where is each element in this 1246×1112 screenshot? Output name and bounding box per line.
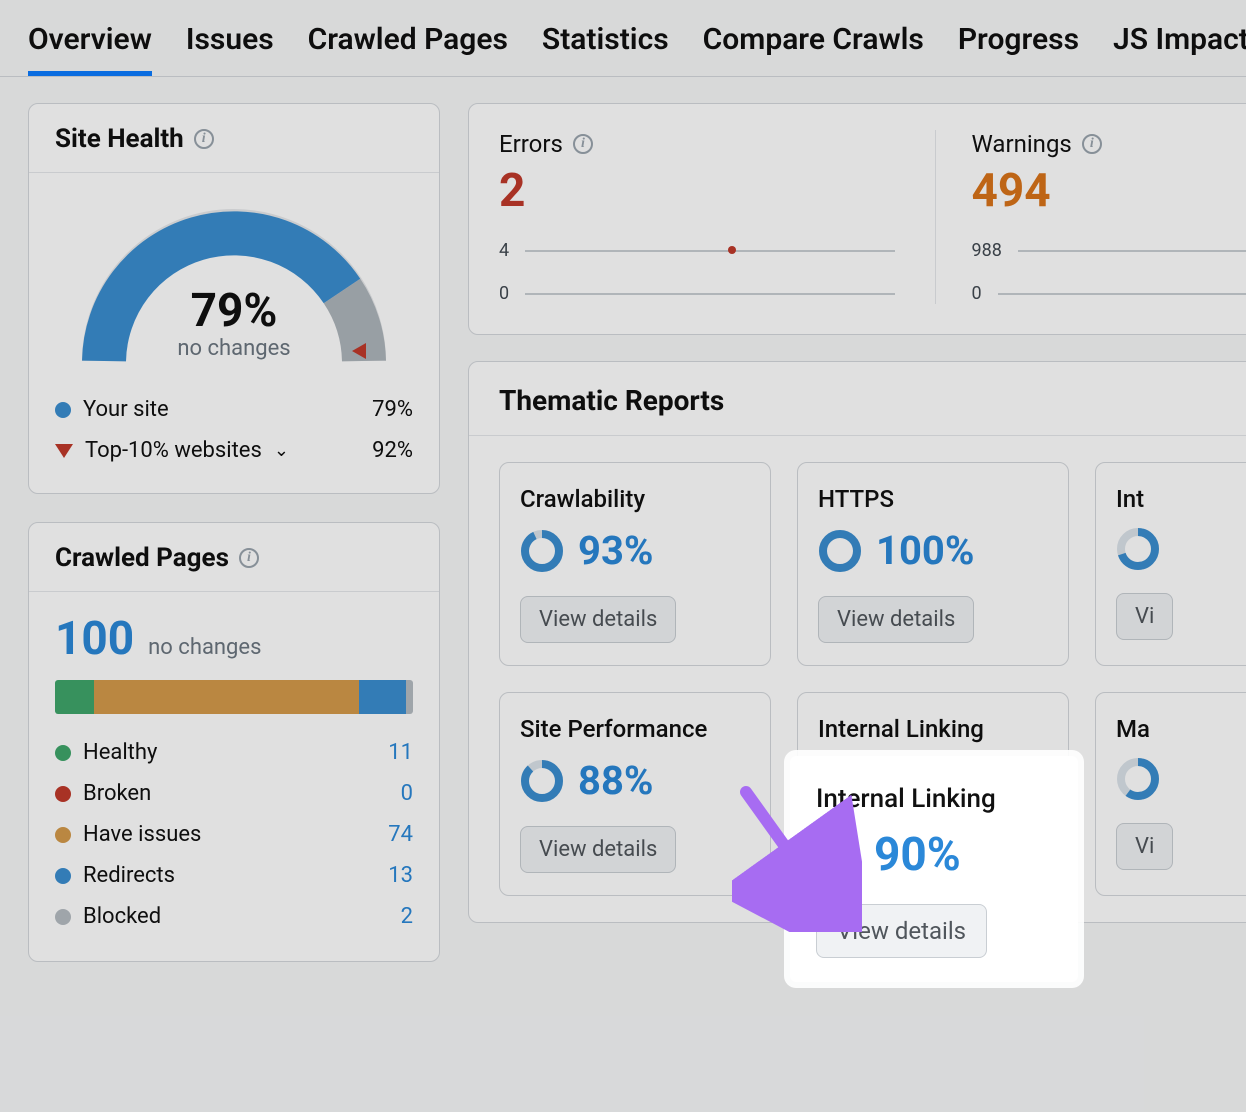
view-details-button[interactable]: View details [520,826,676,873]
crawled-legend-value: 13 [369,863,413,888]
crawled-stacked-bar [55,680,413,714]
progress-ring-icon [520,759,564,803]
warnings-axis-bottom: 0 [972,283,982,304]
progress-ring-icon [1116,757,1160,801]
tab-bar: Overview Issues Crawled Pages Statistics… [0,0,1246,77]
thematic-card-markup: Ma Vi [1095,692,1246,896]
internal-linking-title: Internal Linking [816,784,1052,814]
errors-stat: Errors i 2 4 0 [499,130,895,304]
crawled-pages-title: Crawled Pages [55,543,229,573]
top-stats-card: Errors i 2 4 0 Warnings i 494 [468,103,1246,335]
thematic-card-title: HTTPS [818,485,1048,513]
site-health-gauge: 79% no changes [74,191,394,371]
progress-ring-icon [818,529,862,573]
legend-top10-value: 92% [372,438,413,463]
crawled-legend-row[interactable]: Have issues 74 [55,814,413,855]
view-details-button[interactable]: View details [520,596,676,643]
errors-value: 2 [499,164,895,218]
errors-sparkline-dot [728,246,736,254]
site-health-percent: 79% [74,284,394,338]
thematic-card-crawlability: Crawlability 93% View details [499,462,771,666]
crawled-legend-label: Redirects [83,863,369,888]
view-details-button[interactable]: Vi [1116,823,1173,870]
progress-ring-icon [520,529,564,573]
crawled-legend-label: Healthy [83,740,369,765]
crawled-legend-label: Have issues [83,822,369,847]
tab-statistics[interactable]: Statistics [542,22,669,76]
warnings-stat: Warnings i 494 988 0 [935,130,1246,304]
view-details-button[interactable]: Vi [1116,593,1173,640]
crawled-legend-row[interactable]: Healthy 11 [55,732,413,773]
crawled-pages-card: Crawled Pages i 100 no changes Healthy 1… [28,522,440,962]
crawled-count: 100 [55,612,134,666]
thematic-card-title: Int [1116,485,1246,513]
errors-axis-bottom: 0 [499,283,509,304]
crawled-legend-row[interactable]: Broken 0 [55,773,413,814]
crawled-legend: Healthy 11 Broken 0 Have issues 74 Redir… [55,732,413,937]
site-health-header: Site Health i [29,104,439,173]
info-icon[interactable]: i [1082,134,1102,154]
chevron-down-icon: ⌄ [274,440,289,461]
view-details-button[interactable]: View details [818,596,974,643]
crawled-legend-row[interactable]: Redirects 13 [55,855,413,896]
tab-js-impact[interactable]: JS Impact [1113,22,1246,76]
dot-icon [55,909,71,925]
thematic-card-title: Internal Linking [818,715,1048,743]
warnings-label: Warnings [972,130,1072,158]
tab-overview[interactable]: Overview [28,22,152,76]
site-health-title: Site Health [55,124,184,154]
dot-icon [55,786,71,802]
dot-icon [55,827,71,843]
info-icon[interactable]: i [239,548,259,568]
crawled-legend-value: 0 [369,781,413,806]
tab-issues[interactable]: Issues [186,22,274,76]
thematic-card-title: Site Performance [520,715,750,743]
thematic-card-https: HTTPS 100% View details [797,462,1069,666]
thematic-card-intl: Int Vi [1095,462,1246,666]
crawled-pages-header: Crawled Pages i [29,523,439,592]
progress-ring-icon [1116,527,1160,571]
progress-ring-icon [816,833,860,877]
info-icon[interactable]: i [573,134,593,154]
crawled-legend-label: Broken [83,781,369,806]
errors-label: Errors [499,130,563,158]
info-icon[interactable]: i [194,129,214,149]
errors-axis-top: 4 [499,240,509,261]
legend-your-site-label: Your site [83,397,169,422]
internal-linking-highlight: Internal Linking 90% View details [790,756,1078,982]
dot-icon [55,745,71,761]
legend-your-site: Your site 79% [55,389,413,430]
crawled-subtitle: no changes [148,635,261,660]
thematic-card-siteperf: Site Performance 88% View details [499,692,771,896]
legend-top10[interactable]: Top-10% websites ⌄ 92% [55,430,413,471]
thematic-value: 88% [578,757,653,804]
site-health-subtitle: no changes [74,336,394,361]
crawled-legend-value: 74 [369,822,413,847]
legend-top10-label: Top-10% websites [85,438,262,463]
dot-icon [55,868,71,884]
warnings-axis-top: 988 [972,240,1002,261]
tab-progress[interactable]: Progress [958,22,1079,76]
thematic-value: 93% [578,527,653,574]
tab-compare-crawls[interactable]: Compare Crawls [703,22,924,76]
legend-your-site-value: 79% [372,397,413,422]
crawled-legend-row[interactable]: Blocked 2 [55,896,413,937]
thematic-card-title: Crawlability [520,485,750,513]
internal-linking-value: 90% [874,828,961,882]
tab-crawled-pages[interactable]: Crawled Pages [308,22,508,76]
thematic-reports-title: Thematic Reports [469,362,1246,436]
crawled-legend-value: 11 [369,740,413,765]
crawled-legend-label: Blocked [83,904,369,929]
triangle-down-icon [55,444,73,458]
dot-icon [55,402,71,418]
crawled-legend-value: 2 [369,904,413,929]
site-health-card: Site Health i 79% no changes [28,103,440,494]
thematic-value: 100% [876,527,974,574]
view-details-button[interactable]: View details [816,904,987,958]
thematic-card-title: Ma [1116,715,1246,743]
warnings-value: 494 [972,164,1246,218]
